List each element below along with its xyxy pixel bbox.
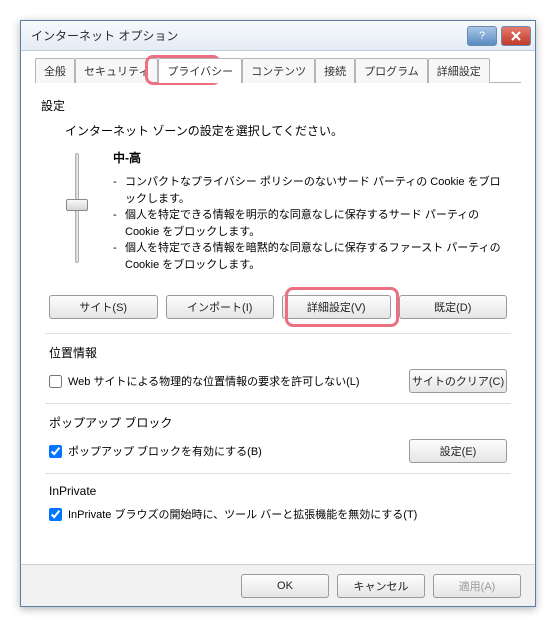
- close-icon: [511, 31, 521, 41]
- dialog-footer: OK キャンセル 適用(A): [21, 564, 535, 606]
- bullet-2: 個人を特定できる情報を明示的な同意なしに保存するサード パーティの Cookie…: [125, 207, 505, 240]
- tab-connections[interactable]: 接続: [315, 58, 355, 83]
- window-title: インターネット オプション: [31, 27, 463, 44]
- ok-button[interactable]: OK: [241, 574, 329, 598]
- apply-button[interactable]: 適用(A): [433, 574, 521, 598]
- popup-settings-button[interactable]: 設定(E): [409, 439, 507, 463]
- settings-desc: インターネット ゾーンの設定を選択してください。: [53, 122, 515, 139]
- popup-enable-label[interactable]: ポップアップ ブロックを有効にする(B): [49, 443, 401, 459]
- internet-options-window: インターネット オプション ? 全般 セキュリティ プライバシー コンテンツ 接…: [20, 20, 536, 607]
- location-deny-label[interactable]: Web サイトによる物理的な位置情報の要求を許可しない(L): [49, 373, 401, 389]
- inprivate-disable-checkbox[interactable]: [49, 508, 62, 521]
- tab-bar: 全般 セキュリティ プライバシー コンテンツ 接続 プログラム 詳細設定: [35, 59, 521, 83]
- privacy-level-name: 中-高: [113, 149, 515, 166]
- privacy-level-desc: -コンパクトなプライバシー ポリシーのないサード パーティの Cookie をブ…: [113, 174, 515, 273]
- location-heading: 位置情報: [49, 344, 507, 361]
- popup-heading: ポップアップ ブロック: [49, 414, 507, 431]
- inprivate-heading: InPrivate: [49, 484, 507, 498]
- privacy-slider[interactable]: [65, 153, 89, 263]
- tab-programs[interactable]: プログラム: [355, 58, 428, 83]
- slider-thumb[interactable]: [66, 199, 88, 211]
- close-button[interactable]: [501, 26, 531, 46]
- settings-heading: 設定: [41, 97, 515, 114]
- tab-advanced[interactable]: 詳細設定: [428, 58, 490, 83]
- default-button[interactable]: 既定(D): [399, 295, 508, 319]
- import-button[interactable]: インポート(I): [166, 295, 275, 319]
- tab-general[interactable]: 全般: [35, 58, 75, 83]
- cancel-button[interactable]: キャンセル: [337, 574, 425, 598]
- advanced-settings-button[interactable]: 詳細設定(V): [282, 295, 391, 319]
- clear-sites-button[interactable]: サイトのクリア(C): [409, 369, 507, 393]
- tab-security[interactable]: セキュリティ: [75, 58, 158, 83]
- location-deny-checkbox[interactable]: [49, 375, 62, 388]
- tab-content[interactable]: コンテンツ: [242, 58, 315, 83]
- titlebar: インターネット オプション ?: [21, 21, 535, 51]
- bullet-1: コンパクトなプライバシー ポリシーのないサード パーティの Cookie をブロ…: [125, 174, 505, 207]
- tab-privacy[interactable]: プライバシー: [158, 58, 242, 83]
- popup-enable-checkbox[interactable]: [49, 445, 62, 458]
- help-button[interactable]: ?: [467, 26, 497, 46]
- content-area: 全般 セキュリティ プライバシー コンテンツ 接続 プログラム 詳細設定 設定 …: [21, 51, 535, 564]
- inprivate-disable-label[interactable]: InPrivate ブラウズの開始時に、ツール バーと拡張機能を無効にする(T): [49, 506, 507, 522]
- bullet-3: 個人を特定できる情報を暗黙的な同意なしに保存するファースト パーティの Cook…: [125, 240, 505, 273]
- sites-button[interactable]: サイト(S): [49, 295, 158, 319]
